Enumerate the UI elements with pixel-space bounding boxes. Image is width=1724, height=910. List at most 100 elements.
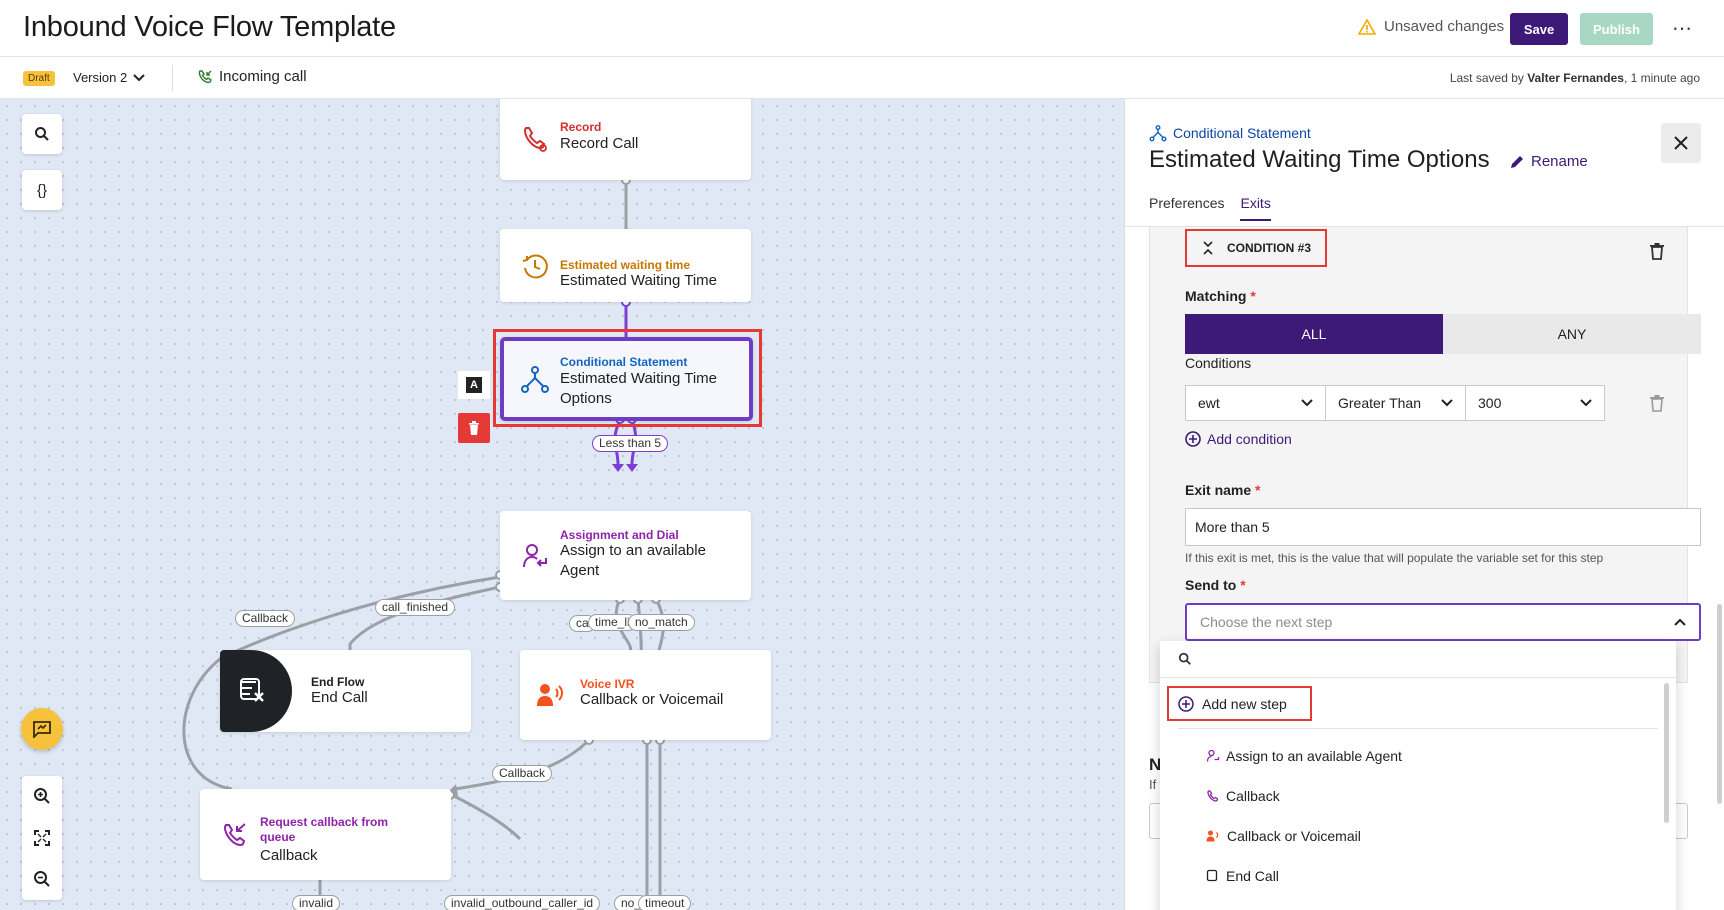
voice-ivr-icon xyxy=(1206,830,1219,842)
search-button[interactable] xyxy=(22,114,62,154)
value-select[interactable]: 300 xyxy=(1465,385,1605,421)
zoom-in-icon xyxy=(34,788,50,804)
condition-toggle[interactable]: CONDITION #3 xyxy=(1185,229,1327,267)
node-end-flow[interactable]: End Flow End Call xyxy=(220,650,471,732)
top-bar: Inbound Voice Flow Template Unsaved chan… xyxy=(0,0,1724,57)
node-type: Record xyxy=(560,120,602,134)
search-icon xyxy=(35,127,49,141)
flow-canvas[interactable]: {} Record Record Call Estimated waiting … xyxy=(0,99,1124,910)
tab-exits[interactable]: Exits xyxy=(1240,195,1271,221)
node-voice-ivr[interactable]: Voice IVR Callback or Voicemail xyxy=(520,650,771,740)
operator-value: Greater Than xyxy=(1338,395,1422,411)
dropdown-item[interactable]: Assign to an available Agent xyxy=(1206,748,1402,764)
add-circle-icon xyxy=(1178,695,1194,712)
node-assignment-and-dial[interactable]: Assignment and Dial Assign to an availab… xyxy=(500,511,751,600)
version-select[interactable]: Version 2 xyxy=(73,70,145,85)
dropdown-item[interactable]: Callback xyxy=(1206,788,1280,804)
end-flow-icon xyxy=(238,676,268,711)
edge-label: Callback xyxy=(492,765,553,782)
chevron-down-icon xyxy=(1580,399,1592,407)
clock-icon xyxy=(520,251,550,281)
unsaved-text: Unsaved changes xyxy=(1384,18,1505,35)
callback-icon xyxy=(220,820,250,850)
panel-scrollbar[interactable] xyxy=(1717,604,1722,804)
variable-value: ewt xyxy=(1198,395,1220,411)
arrow-head xyxy=(612,464,624,472)
assign-agent-icon xyxy=(1206,749,1220,762)
node-label-toggle-button[interactable]: A xyxy=(458,371,490,399)
callback-icon xyxy=(1207,790,1219,802)
node-estimated-waiting-time[interactable]: Estimated waiting time Estimated Waiting… xyxy=(500,229,751,302)
zoom-controls xyxy=(22,776,62,900)
dropdown-item[interactable]: End Call xyxy=(1206,868,1279,884)
node-name: Callback or Voicemail xyxy=(580,691,724,708)
node-type: Assignment and Dial xyxy=(560,528,679,542)
exits-scroll-area[interactable]: CONDITION #3 Matching * ALL ANY Conditio… xyxy=(1125,227,1724,910)
trigger-label: Incoming call xyxy=(219,68,307,85)
tab-preferences[interactable]: Preferences xyxy=(1149,195,1224,221)
dropdown-search[interactable] xyxy=(1160,641,1676,678)
pencil-icon xyxy=(1511,155,1523,168)
add-new-step-label: Add new step xyxy=(1202,695,1287,712)
delete-node-button[interactable] xyxy=(458,413,490,443)
variables-button[interactable]: {} xyxy=(22,170,62,210)
close-icon xyxy=(1674,136,1688,150)
add-condition-button[interactable]: Add condition xyxy=(1185,431,1292,447)
node-conditional-statement[interactable]: Conditional Statement Estimated Waiting … xyxy=(500,337,753,421)
last-saved-prefix: Last saved by xyxy=(1449,71,1524,85)
node-request-callback[interactable]: Request callback from queue Callback xyxy=(200,789,451,880)
node-record[interactable]: Record Record Call xyxy=(500,99,751,180)
save-button[interactable]: Save xyxy=(1510,13,1568,45)
edge-label: invalid_outbound_caller_id xyxy=(444,895,601,910)
matching-any-option[interactable]: ANY xyxy=(1443,314,1701,354)
matching-label: Matching * xyxy=(1185,288,1256,304)
dropdown-divider xyxy=(1178,728,1658,729)
version-label: Version 2 xyxy=(73,70,128,85)
assign-agent-icon xyxy=(520,541,550,571)
matching-all-option[interactable]: ALL xyxy=(1185,314,1443,354)
publish-button[interactable]: Publish xyxy=(1580,13,1653,45)
trash-icon xyxy=(469,421,479,435)
close-panel-button[interactable] xyxy=(1661,123,1701,163)
matching-toggle: ALL ANY xyxy=(1185,314,1701,354)
chevron-down-icon xyxy=(1301,399,1313,407)
dropdown-scrollbar[interactable] xyxy=(1664,683,1669,823)
panel-tabs: Preferences Exits xyxy=(1149,195,1271,221)
exit-name-help: If this exit is met, this is the value t… xyxy=(1185,551,1604,565)
panel-step-type: Conditional Statement xyxy=(1149,124,1311,142)
zoom-out-button[interactable] xyxy=(22,859,62,899)
exit-name-input[interactable]: More than 5 xyxy=(1185,508,1701,546)
exit-name-label: Exit name * xyxy=(1185,482,1261,498)
arrow-head xyxy=(626,464,638,472)
trash-icon[interactable] xyxy=(1648,394,1666,412)
step-settings-panel: Conditional Statement Estimated Waiting … xyxy=(1124,99,1724,910)
edge-label: no_match xyxy=(628,614,695,631)
record-call-icon xyxy=(520,123,550,153)
feedback-button[interactable] xyxy=(21,708,63,750)
warning-icon xyxy=(1358,18,1376,35)
node-name: End Call xyxy=(311,689,368,706)
condition-card: CONDITION #3 Matching * ALL ANY Conditio… xyxy=(1149,227,1701,683)
fit-view-button[interactable] xyxy=(22,818,62,858)
last-saved-time: , 1 minute ago xyxy=(1623,71,1700,85)
last-saved-user: Valter Fernandes xyxy=(1527,71,1624,85)
rename-button[interactable]: Rename xyxy=(1509,153,1588,170)
branch-icon xyxy=(520,364,550,394)
node-name: Assign to an available Agent xyxy=(560,542,706,579)
add-circle-icon xyxy=(1185,431,1201,447)
node-name: Estimated Waiting Time xyxy=(560,272,717,289)
add-new-step-option[interactable]: Add new step xyxy=(1167,686,1312,721)
zoom-in-button[interactable] xyxy=(22,776,62,816)
label-icon: A xyxy=(466,377,482,393)
dropdown-item[interactable]: Callback or Voicemail xyxy=(1206,828,1361,844)
send-to-select[interactable]: Choose the next step xyxy=(1185,603,1701,641)
edge-label: timeout xyxy=(638,895,692,910)
edge-label: Less than 5 xyxy=(592,435,669,452)
status-badge: Draft xyxy=(23,71,55,86)
variable-select[interactable]: ewt xyxy=(1185,385,1326,421)
operator-select[interactable]: Greater Than xyxy=(1325,385,1466,421)
trash-icon[interactable] xyxy=(1648,242,1666,260)
flow-connectors xyxy=(182,175,665,910)
chevron-down-icon xyxy=(1441,399,1453,407)
more-options-icon[interactable]: ⋯ xyxy=(1672,16,1693,41)
